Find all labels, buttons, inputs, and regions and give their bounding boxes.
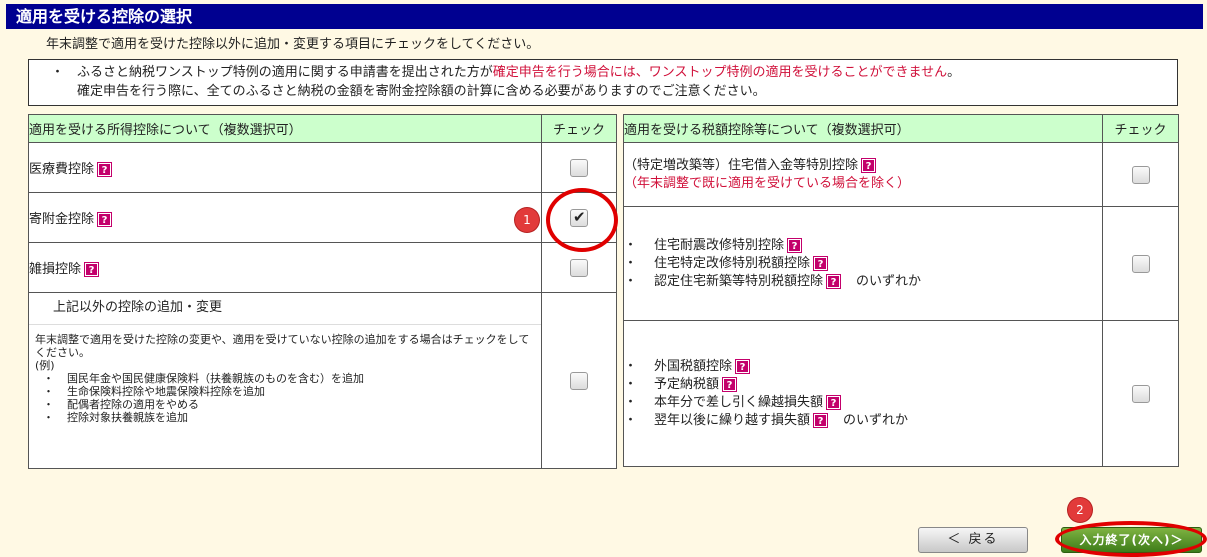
medical-deduction-cell: 医療費控除? [28,142,542,193]
table-row: （特定増改築等）住宅借入金等特別控除? （年末調整で既に適用を受けている場合を除… [623,142,1179,207]
income-check-header: チェック [541,114,617,143]
other-deduction-checkbox[interactable] [570,371,588,390]
help-icon[interactable]: ? [736,359,750,373]
foreign-tax-check-cell [1102,320,1179,467]
table-row: ・住宅耐震改修特別控除? ・住宅特定改修特別税額控除? ・認定住宅新築等特別税額… [623,206,1179,321]
table-row: 医療費控除? [28,142,617,193]
list-item: ・住宅耐震改修特別控除? [624,237,1102,255]
help-icon[interactable]: ? [85,263,99,276]
housing-renovation-cell: ・住宅耐震改修特別控除? ・住宅特定改修特別税額控除? ・認定住宅新築等特別税額… [623,206,1103,321]
income-deduction-header: 適用を受ける所得控除について（複数選択可） [28,114,542,143]
income-deduction-table: 適用を受ける所得控除について（複数選択可） チェック 医療費控除? 寄附金控除?… [28,114,617,469]
housing-loan-checkbox[interactable] [1131,165,1150,184]
page-subtitle: 年末調整で適用を受けた控除以外に追加・変更する項目にチェックをしてください。 [46,37,540,52]
housing-renovation-check-cell [1102,206,1179,321]
help-icon[interactable]: ? [98,163,112,176]
list-item: ・配偶者控除の適用をやめる [43,398,199,411]
table-row: ・外国税額控除? ・予定納税額? ・本年分で差し引く繰越損失額? ・翌年以後に繰… [623,320,1179,467]
either-suffix: のいずれか [856,273,922,289]
housing-loan-note: （年末調整で既に適用を受けている場合を除く） [624,175,911,191]
list-item: ・国民年金や国民健康保険料（扶養親族のものを含む）を追加 [43,372,364,385]
other-deduction-check-cell [541,292,617,469]
notice-bullet: ・ [51,65,65,80]
other-deduction-cell: 上記以外の控除の追加・変更 年末調整で適用を受けた控除の変更や、適用を受けていな… [28,292,542,469]
page-title: 適用を受ける控除の選択 [6,4,1203,29]
table-row: 上記以外の控除の追加・変更 年末調整で適用を受けた控除の変更や、適用を受けていな… [28,292,617,469]
list-item: ・本年分で差し引く繰越損失額? [624,394,1102,412]
notice-text-black: ふるさと納税ワンストップ特例の適用に関する申請書を提出された方が [77,65,493,80]
help-icon[interactable]: ? [814,256,828,270]
other-deduction-description: 年末調整で適用を受けた控除の変更や、適用を受けていない控除の追加をする場合はチェ… [35,333,530,359]
list-item: ・生命保険料控除や地震保険料控除を追加 [43,385,265,398]
casualty-deduction-cell: 雑損控除? [28,242,542,293]
housing-loan-check-cell [1102,142,1179,207]
help-icon[interactable]: ? [814,413,828,427]
annotation-ring-checkbox [546,188,618,252]
donation-deduction-cell: 寄附金控除? [28,192,542,243]
list-item: ・翌年以後に繰り越す損失額? のいずれか [624,412,909,428]
other-deduction-note: 年末調整で適用を受けた控除の変更や、適用を受けていない控除の追加をする場合はチェ… [29,325,541,424]
donation-deduction-label: 寄附金控除 [29,212,95,227]
medical-deduction-checkbox[interactable] [570,158,588,177]
notice-text-red: 確定申告を行う場合には、ワンストップ特例の適用を受けることができません [492,65,948,80]
help-icon[interactable]: ? [827,274,841,288]
medical-deduction-label: 医療費控除 [29,162,95,177]
casualty-deduction-label: 雑損控除 [29,262,82,277]
housing-loan-cell: （特定増改築等）住宅借入金等特別控除? （年末調整で既に適用を受けている場合を除… [623,142,1103,207]
help-icon[interactable]: ? [862,158,876,172]
help-icon[interactable]: ? [827,395,841,409]
medical-deduction-check-cell [541,142,617,193]
housing-loan-label: （特定増改築等）住宅借入金等特別控除 [624,157,859,173]
table-row: 雑損控除? [28,242,617,293]
help-icon[interactable]: ? [788,238,802,252]
notice-box: ・ふるさと納税ワンストップ特例の適用に関する申請書を提出された方が確定申告を行う… [28,59,1178,106]
notice-line-2: 確定申告を行う際に、全てのふるさと納税の金額を寄附金控除額の計算に含める必要があ… [77,84,766,99]
help-icon[interactable]: ? [98,213,112,226]
help-icon[interactable]: ? [723,377,737,391]
tax-credit-header: 適用を受ける税額控除等について（複数選択可） [623,114,1103,143]
annotation-ring-next [1055,521,1207,557]
list-item: ・住宅特定改修特別税額控除? [624,255,1102,273]
list-item: ・予定納税額? [624,376,1102,394]
either-suffix: のいずれか [843,412,909,428]
casualty-deduction-checkbox[interactable] [570,258,588,277]
annotation-badge-2: 2 [1068,498,1092,522]
example-label: (例) [35,359,55,372]
other-deduction-label: 上記以外の控除の追加・変更 [29,293,541,325]
tax-check-header: チェック [1102,114,1179,143]
tax-credit-table: 適用を受ける税額控除等について（複数選択可） チェック （特定増改築等）住宅借入… [623,114,1179,467]
notice-line-1: ・ふるさと納税ワンストップ特例の適用に関する申請書を提出された方が確定申告を行う… [51,63,1177,82]
foreign-tax-cell: ・外国税額控除? ・予定納税額? ・本年分で差し引く繰越損失額? ・翌年以後に繰… [623,320,1103,467]
housing-renovation-checkbox[interactable] [1131,254,1150,273]
annotation-badge-1: 1 [515,208,539,232]
list-item: ・控除対象扶養親族を追加 [43,411,188,424]
list-item: ・認定住宅新築等特別税額控除? のいずれか [624,273,922,289]
back-button[interactable]: ＜ 戻る [918,527,1028,553]
foreign-tax-checkbox[interactable] [1131,384,1150,403]
notice-text-end: 。 [947,65,961,80]
list-item: ・外国税額控除? [624,358,1102,376]
